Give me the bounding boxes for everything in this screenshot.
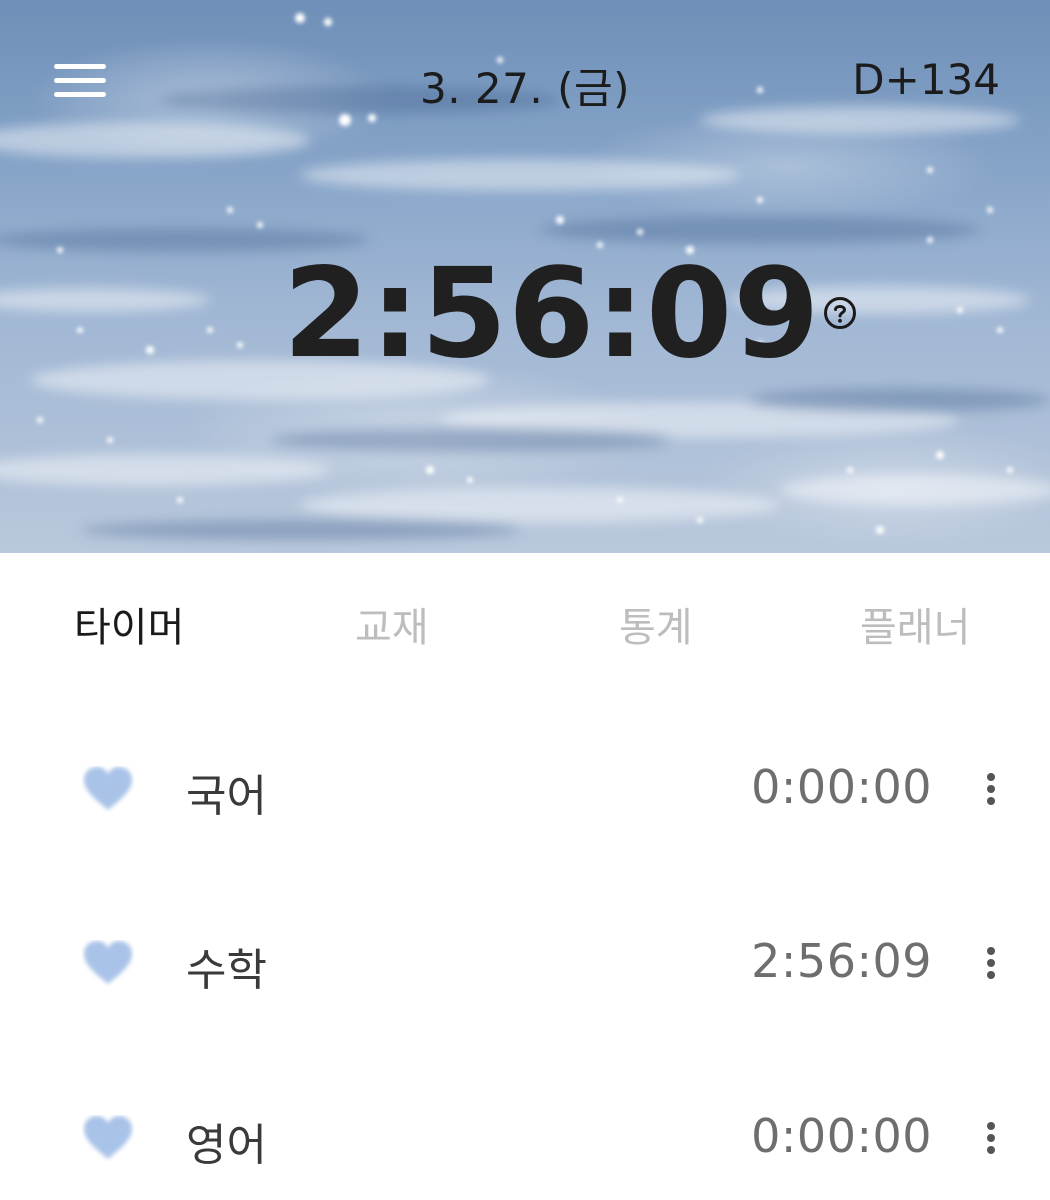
tab-statistics[interactable]: 통계 [619, 595, 693, 653]
subject-row-math[interactable]: 수학 2:56:09 [0, 907, 1050, 1017]
dday-counter: D+134 [852, 55, 1000, 104]
tab-textbook[interactable]: 교재 [355, 595, 429, 653]
subject-name: 수학 [186, 945, 267, 996]
tab-planner[interactable]: 플래너 [860, 595, 970, 653]
more-options-button[interactable] [974, 767, 1008, 811]
more-vertical-icon-dot [987, 1134, 995, 1142]
tab-bar: 타이머 교재 통계 플래너 [0, 595, 1050, 655]
heart-icon[interactable] [82, 766, 134, 812]
question-circle-icon[interactable] [823, 296, 857, 330]
subject-name: 국어 [186, 771, 267, 822]
more-vertical-icon-dot [987, 1122, 995, 1130]
more-vertical-icon-dot [987, 947, 995, 955]
more-vertical-icon-dot [987, 971, 995, 979]
more-options-button[interactable] [974, 1116, 1008, 1160]
subject-time: 2:56:09 [751, 934, 932, 988]
more-vertical-icon-dot [987, 797, 995, 805]
subject-time: 0:00:00 [751, 1109, 932, 1163]
heart-icon[interactable] [82, 1115, 134, 1161]
more-vertical-icon-dot [987, 1146, 995, 1154]
subject-row-english[interactable]: 영어 0:00:00 [0, 1082, 1050, 1192]
more-vertical-icon-dot [987, 773, 995, 781]
subject-name: 영어 [186, 1120, 267, 1171]
subject-row-korean[interactable]: 국어 0:00:00 [0, 733, 1050, 843]
total-study-timer: 2:56:09 [283, 242, 821, 386]
heart-icon[interactable] [82, 940, 134, 986]
header-background: 3. 27. (금) D+134 2:56:09 [0, 0, 1050, 553]
more-vertical-icon-dot [987, 959, 995, 967]
more-vertical-icon-dot [987, 785, 995, 793]
more-options-button[interactable] [974, 941, 1008, 985]
subject-time: 0:00:00 [751, 760, 932, 814]
tab-timer[interactable]: 타이머 [74, 595, 184, 653]
